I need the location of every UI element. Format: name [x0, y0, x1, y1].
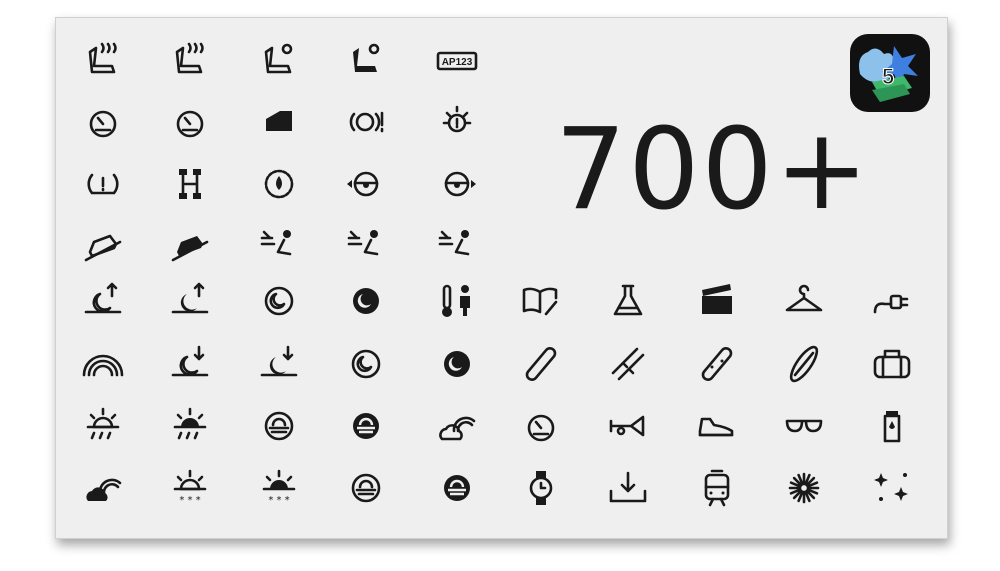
sun-horizon-circle-icon: [341, 463, 391, 513]
water-bottle-icon: [867, 401, 917, 451]
skis-icon: [603, 339, 653, 389]
car-door-icon: [254, 97, 304, 147]
watch-icon: [516, 463, 566, 513]
airflow-face-icon: [254, 220, 304, 270]
steering-right-icon: [432, 159, 482, 209]
car-ascent-fill-icon: [165, 220, 215, 270]
airflow-up-icon: [341, 220, 391, 270]
moonset-circle-icon: [341, 339, 391, 389]
skateboard-icon: [516, 339, 566, 389]
hanger-icon: [779, 276, 829, 326]
speedometer-left-icon: [78, 97, 128, 147]
heated-seat-icon: [78, 36, 128, 86]
headline-count: 700+: [555, 105, 871, 235]
book-wrench-icon: [516, 276, 566, 326]
shoe-icon: [692, 401, 742, 451]
sun-horizon-circle-fill-icon: [432, 463, 482, 513]
burst-icon: [779, 463, 829, 513]
tire-light-icon: [432, 97, 482, 147]
cooled-seat-fill-icon: [341, 36, 391, 86]
gauge-icon: [516, 401, 566, 451]
sunglasses-icon: [779, 401, 829, 451]
svg-text:* * *: * * *: [179, 495, 200, 506]
axle-diff-icon: [165, 159, 215, 209]
steering-left-icon: [341, 159, 391, 209]
rainbow-icon: [78, 339, 128, 389]
speedometer-right-icon: [165, 97, 215, 147]
surfboard-icon: [779, 339, 829, 389]
airflow-down-icon: [432, 220, 482, 270]
duffle-bag-icon: [867, 339, 917, 389]
moonset-fill-icon: [254, 339, 304, 389]
moonrise-icon: [78, 276, 128, 326]
sunrise-snow-icon: * * *: [254, 463, 304, 513]
moonset-icon: [165, 339, 215, 389]
oil-drop-gear-icon: [254, 159, 304, 209]
sunset-circle-fill-icon: [341, 401, 391, 451]
cloud-rainbow-icon: [432, 401, 482, 451]
svg-text:AP123: AP123: [442, 57, 473, 68]
flask-icon: [603, 276, 653, 326]
badge-number: 5: [882, 64, 894, 89]
ap123-label-icon: AP123: [432, 36, 482, 86]
cooled-seat-icon: [254, 36, 304, 86]
brake-warning-icon: [341, 97, 391, 147]
svg-text:* * *: * * *: [268, 495, 289, 506]
sun-rain-icon: [78, 401, 128, 451]
snowboard-icon: [692, 339, 742, 389]
car-descent-icon: [78, 220, 128, 270]
cloud-rainbow-fill-icon: [78, 463, 128, 513]
sunrise-rain-icon: [165, 401, 215, 451]
moonset-circle-fill-icon: [432, 339, 482, 389]
sunset-circle-icon: [254, 401, 304, 451]
sf-symbols-app-icon: 5: [850, 34, 930, 112]
sun-snow-icon: * * *: [165, 463, 215, 513]
moonrise-fill-icon: [165, 276, 215, 326]
tire-pressure-warning-icon: [78, 159, 128, 209]
powerplug-icon: [867, 276, 917, 326]
clapperboard-icon: [692, 276, 742, 326]
trumpet-icon: [603, 401, 653, 451]
thermometer-person-icon: [432, 276, 482, 326]
heated-seat-alt-icon: [165, 36, 215, 86]
tray-download-icon: [603, 463, 653, 513]
moon-circle-fill-icon: [341, 276, 391, 326]
moon-circle-icon: [254, 276, 304, 326]
sparkles-icon: [867, 463, 917, 513]
tram-icon: [692, 463, 742, 513]
